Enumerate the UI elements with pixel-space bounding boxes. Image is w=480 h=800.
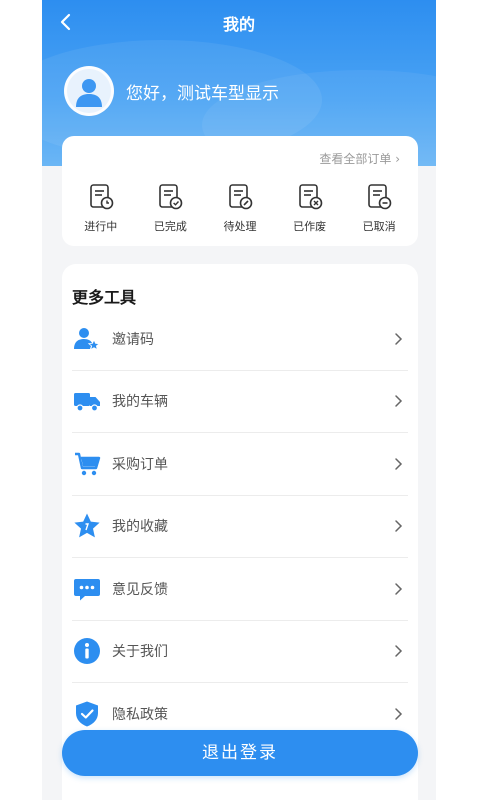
chevron-right-icon xyxy=(395,645,403,657)
chevron-right-icon: › xyxy=(395,152,400,166)
nav-bar: 我的 xyxy=(42,0,436,44)
order-status-pending[interactable]: 待处理 xyxy=(210,182,270,234)
page-title: 我的 xyxy=(222,15,255,34)
profile-header: 您好，测试车型显示 xyxy=(64,66,279,116)
order-status-voided[interactable]: 已作废 xyxy=(280,182,340,234)
order-status-in-progress[interactable]: 进行中 xyxy=(71,182,131,234)
chevron-right-icon xyxy=(395,395,403,407)
tool-item-label: 意见反馈 xyxy=(112,581,168,598)
order-status-completed[interactable]: 已完成 xyxy=(140,182,200,234)
tools-list: 邀请码 我的车辆 采购订单 我的收藏 意见反馈 关于我们 隐私政策 xyxy=(72,308,408,746)
chevron-right-icon xyxy=(395,333,403,345)
order-status-list: 进行中 已完成 待处理 已作废 已取消 xyxy=(62,182,418,234)
order-pending-icon xyxy=(229,184,253,210)
chevron-right-icon xyxy=(395,520,403,532)
tools-card: 更多工具 邀请码 我的车辆 采购订单 我的收藏 意见反馈 关于我们 隐私政策 xyxy=(62,264,418,800)
tool-item-label: 采购订单 xyxy=(112,456,168,473)
tool-item-my-vehicles[interactable]: 我的车辆 xyxy=(72,371,408,433)
cart-icon xyxy=(75,452,101,475)
tool-item-purchase-orders[interactable]: 采购订单 xyxy=(72,433,408,496)
order-in-progress-icon xyxy=(89,184,114,210)
tool-item-label: 隐私政策 xyxy=(112,706,168,723)
order-status-cancelled[interactable]: 已取消 xyxy=(349,182,409,234)
tool-item-feedback[interactable]: 意见反馈 xyxy=(72,558,408,621)
tool-item-label: 关于我们 xyxy=(112,644,168,661)
order-completed-icon xyxy=(159,184,183,210)
shield-check-icon xyxy=(76,701,98,727)
star-icon xyxy=(74,513,100,538)
tool-item-label: 邀请码 xyxy=(112,331,154,348)
tool-item-label: 我的收藏 xyxy=(112,519,168,536)
tool-item-my-favorites[interactable]: 我的收藏 xyxy=(72,496,408,558)
app-screen: 我的 您好，测试车型显示 查看全部订单 › 进行中 已完成 待处理 已作废 已取… xyxy=(42,0,436,800)
orders-card: 查看全部订单 › 进行中 已完成 待处理 已作废 已取消 xyxy=(62,136,418,246)
logout-button[interactable]: 退出登录 xyxy=(62,730,418,776)
greeting-text: 您好，测试车型显示 xyxy=(126,83,279,104)
tool-item-label: 我的车辆 xyxy=(112,394,168,411)
chevron-right-icon xyxy=(395,583,403,595)
order-voided-icon xyxy=(298,184,322,210)
tools-section-title: 更多工具 xyxy=(72,288,137,307)
view-all-orders-link[interactable]: 查看全部订单 › xyxy=(319,150,400,167)
tool-item-about-us[interactable]: 关于我们 xyxy=(72,621,408,683)
avatar[interactable] xyxy=(64,66,114,116)
feedback-chat-icon xyxy=(74,578,100,601)
invite-user-icon xyxy=(74,327,101,351)
user-avatar-icon xyxy=(76,79,102,107)
tool-item-invite-code[interactable]: 邀请码 xyxy=(72,308,408,371)
info-icon xyxy=(74,638,100,665)
chevron-right-icon xyxy=(395,708,403,720)
truck-icon xyxy=(74,393,100,412)
order-cancelled-icon xyxy=(368,184,392,210)
chevron-right-icon xyxy=(395,458,403,470)
